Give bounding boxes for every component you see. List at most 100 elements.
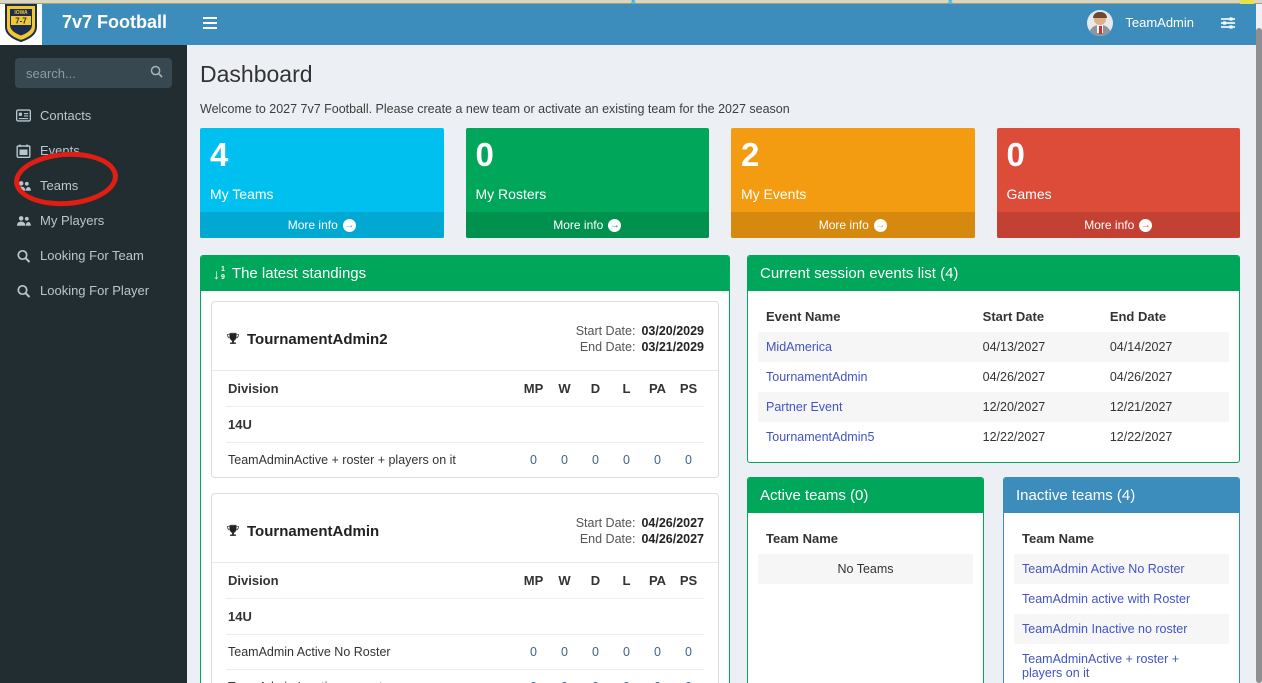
no-teams-message: No Teams [758,554,973,584]
selection-handle-icon: × [630,0,636,8]
team-row: TeamAdmin Active No Roster [1014,554,1229,584]
empty-row: No Teams [758,554,973,584]
my-teams-more-info-link[interactable]: More info→ [200,212,444,238]
team-row: TeamAdmin active with Roster [1014,584,1229,614]
my-events-more-info-link[interactable]: More info→ [731,212,975,238]
brand-header[interactable]: IOWA 7-7 7v7 Football [0,0,187,45]
sidebar-search [15,58,172,88]
search-button[interactable] [144,62,168,84]
control-sidebar-toggle-icon[interactable] [1220,16,1236,30]
active-teams-header: Active teams (0) [748,478,983,513]
active-teams-title: Active teams (0) [760,487,868,504]
screenshot-artifact-strip: × × [0,0,1262,4]
event-link[interactable]: MidAmerica [766,340,832,354]
trophy-icon [226,332,240,346]
event-row: TournamentAdmin 04/26/2027 04/26/2027 [758,362,1229,392]
sidebar-item-events[interactable]: Events [0,133,187,168]
sidebar-item-label: Contacts [40,108,91,123]
my-rosters-more-info-link[interactable]: More info→ [466,212,710,238]
users-icon [16,215,31,227]
arrow-circle-right-icon: → [608,219,621,232]
tournament-name: TournamentAdmin2 [247,331,388,348]
standings-table: Division MP W D L PA PS [226,563,704,683]
standings-title: The latest standings [232,265,366,282]
tournament-dates: Start Date:03/20/2029 End Date:03/21/202… [576,322,704,356]
info-box-games: 0 Games More info→ [997,128,1241,238]
arrow-circle-right-icon: → [1139,219,1152,232]
users-icon [16,180,31,192]
games-more-info-link[interactable]: More info→ [997,212,1241,238]
arrow-circle-right-icon: → [343,219,356,232]
top-navbar: TeamAdmin [187,0,1262,45]
team-row: TeamAdmin Inactive no roster [1014,614,1229,644]
sidebar-item-teams[interactable]: Teams [0,168,187,203]
selection-handle-icon: × [947,0,953,8]
team-name: TeamAdmin Active No Roster [226,635,518,670]
svg-text:IOWA: IOWA [14,10,28,16]
events-panel-header: Current session events list (4) [748,256,1239,291]
welcome-message: Welcome to 2027 7v7 Football. Please cre… [200,102,1240,116]
events-panel: Current session events list (4) Event Na… [747,255,1240,463]
games-label: Games [1007,186,1231,202]
standings-card: TournamentAdmin2 Start Date:03/20/2029 E… [211,301,719,478]
active-teams-panel: Active teams (0) Team Name No Teams [747,477,984,683]
team-link[interactable]: TeamAdmin active with Roster [1022,592,1190,606]
sidebar-item-label: Looking For Player [40,283,149,298]
user-menu[interactable]: TeamAdmin [1125,15,1194,30]
inactive-teams-panel: Inactive teams (4) Team Name TeamAdmin A… [1003,477,1240,683]
user-avatar[interactable] [1087,10,1113,36]
sidebar-item-looking-for-player[interactable]: Looking For Player [0,273,187,308]
info-box-row: 4 My Teams More info→ 0 My Rosters More … [200,128,1240,238]
vertical-scrollbar[interactable] [1256,0,1262,683]
team-link[interactable]: TeamAdmin Active No Roster [1022,562,1185,576]
tournament-dates: Start Date:04/26/2027 End Date:04/26/202… [576,514,704,548]
col-division: Division [226,371,518,407]
main-content: Dashboard Welcome to 2027 7v7 Football. … [187,45,1262,683]
inactive-teams-header: Inactive teams (4) [1004,478,1239,513]
scrollbar-thumb[interactable] [1256,28,1262,683]
team-name: TeamAdminActive + roster + players on it [226,443,518,478]
inactive-teams-table: Team Name TeamAdmin Active No Roster Tea… [1014,523,1229,683]
sidebar-item-my-players[interactable]: My Players [0,203,187,238]
sidebar-nav: Contacts Events Teams [0,98,187,308]
event-link[interactable]: TournamentAdmin [766,370,867,384]
standings-panel: ↓19 The latest standings [200,255,730,683]
team-link[interactable]: TeamAdminActive + roster + players on it [1022,652,1179,680]
event-link[interactable]: Partner Event [766,400,842,414]
standings-row: TeamAdminActive + roster + players on it… [226,443,704,478]
info-box-my-teams: 4 My Teams More info→ [200,128,444,238]
my-events-label: My Events [741,186,965,202]
brand-title: 7v7 Football [42,12,187,33]
standings-panel-header: ↓19 The latest standings [201,256,729,291]
my-teams-count: 4 [210,136,434,174]
crest-icon: IOWA 7-7 [4,3,38,43]
games-count: 0 [1007,136,1231,174]
search-icon [16,249,31,263]
my-rosters-label: My Rosters [476,186,700,202]
sidebar-item-label: Events [40,143,80,158]
sidebar-item-label: Looking For Team [40,248,144,263]
trophy-icon [226,524,240,538]
artifact-corner [1240,0,1254,4]
team-name: TeamAdmin Inactive no roster [226,670,518,683]
col-division: Division [226,563,518,599]
event-link[interactable]: TournamentAdmin5 [766,430,874,444]
sidebar-item-contacts[interactable]: Contacts [0,98,187,133]
division-group-row: 14U [226,599,704,635]
club-logo: IOWA 7-7 [0,0,42,45]
address-card-icon [16,109,31,122]
division-group-row: 14U [226,407,704,443]
info-box-my-rosters: 0 My Rosters More info→ [466,128,710,238]
sidebar-item-looking-for-team[interactable]: Looking For Team [0,238,187,273]
info-box-my-events: 2 My Events More info→ [731,128,975,238]
team-link[interactable]: TeamAdmin Inactive no roster [1022,622,1187,636]
standings-card: TournamentAdmin Start Date:04/26/2027 En… [211,493,719,683]
team-row: TeamAdminActive + roster + players on it [1014,644,1229,683]
search-icon [16,284,31,298]
page-title: Dashboard [200,61,1240,88]
events-table: Event Name Start Date End Date MidAmeric… [758,301,1229,452]
app-window: IOWA 7-7 7v7 Football [0,0,1262,683]
events-panel-title: Current session events list (4) [760,265,958,282]
search-icon [150,65,163,78]
sidebar-toggle-button[interactable] [203,8,233,38]
